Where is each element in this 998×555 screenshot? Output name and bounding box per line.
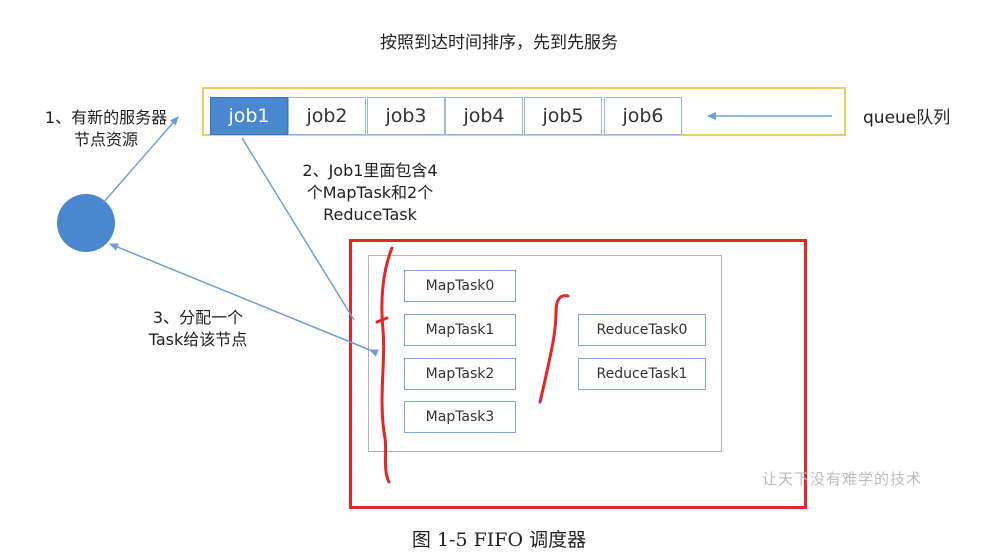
watermark-text: 让天下没有难学的技术 (762, 470, 923, 488)
node-to-job1-arrow (102, 116, 179, 204)
red-bracket-left (380, 246, 394, 484)
red-bracket-right (538, 294, 570, 404)
red-bracket-left-hook (375, 316, 389, 324)
figure-caption: 图 1-5 FIFO 调度器 (411, 529, 587, 551)
task-to-node-arrow (109, 243, 379, 357)
job1-to-tasks-arrow (241, 137, 355, 321)
